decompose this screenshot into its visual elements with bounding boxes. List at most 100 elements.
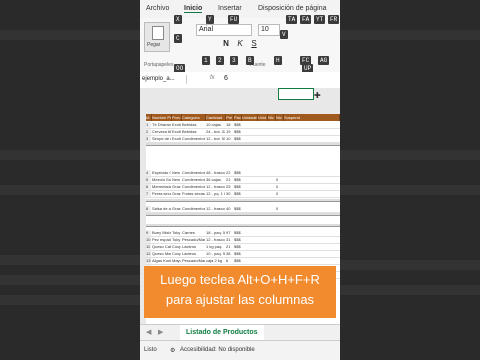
table-cell[interactable]: 12 - frascos 8 oz: [206, 184, 225, 190]
table-cell[interactable]: [284, 170, 339, 176]
table-cell[interactable]: Bebidas: [182, 129, 205, 135]
table-cell[interactable]: [258, 136, 267, 142]
table-cell[interactable]: [268, 170, 275, 176]
table-cell[interactable]: [268, 177, 275, 183]
column-header[interactable]: Unidades: [242, 114, 258, 121]
table-cell[interactable]: Condimentos: [182, 184, 205, 190]
table-cell[interactable]: $$$: [234, 230, 241, 236]
table-cell[interactable]: [242, 177, 257, 183]
table-row[interactable]: 13Algas KonbuMayuPescado/Mariscocaja 2 k…: [146, 258, 340, 265]
column-header[interactable]: Prov: [172, 114, 182, 121]
table-cell[interactable]: [258, 206, 267, 212]
column-header[interactable]: Pac: [234, 114, 242, 121]
column-header[interactable]: Pre: [226, 114, 234, 121]
table-cell[interactable]: Queso Manchego: [152, 251, 171, 257]
table-cell[interactable]: [258, 191, 267, 197]
table-cell[interactable]: Salsa de arándano: [152, 206, 171, 212]
table-cell[interactable]: $$$: [234, 206, 241, 212]
table-cell[interactable]: 0: [276, 184, 283, 190]
table-cell[interactable]: Condimentos: [182, 136, 205, 142]
table-cell[interactable]: [242, 206, 257, 212]
table-cell[interactable]: [276, 237, 283, 243]
table-cell[interactable]: [242, 122, 257, 128]
table-cell[interactable]: 12 - frascos 12 oz: [206, 206, 225, 212]
table-cell[interactable]: [242, 170, 257, 176]
table-cell[interactable]: New: [172, 177, 181, 183]
table-cell[interactable]: 22: [226, 170, 233, 176]
table-cell[interactable]: 6: [226, 258, 233, 264]
table-cell[interactable]: [284, 136, 339, 142]
table-cell[interactable]: [258, 184, 267, 190]
table-cell[interactable]: Pez espada: [152, 237, 171, 243]
table-cell[interactable]: $$$: [234, 244, 241, 250]
table-cell[interactable]: [268, 244, 275, 250]
table-cell[interactable]: [284, 237, 339, 243]
table-cell[interactable]: [284, 206, 339, 212]
table-cell[interactable]: [258, 237, 267, 243]
next-sheet-icon[interactable]: ▶: [158, 328, 163, 336]
table-cell[interactable]: 12 - frascos 200 ml: [206, 237, 225, 243]
table-cell[interactable]: 19: [226, 129, 233, 135]
font-name-select[interactable]: Arial: [196, 24, 252, 36]
table-cell[interactable]: Graz: [172, 184, 181, 190]
table-row[interactable]: 9Buey Mishi KobeTokyCarnes18 - paq. 500 …: [146, 230, 340, 237]
table-cell[interactable]: [258, 177, 267, 183]
table-cell[interactable]: 3: [146, 136, 151, 142]
table-row[interactable]: 1Té DharamsalaExotiBebidas10 cajas18$$$: [146, 122, 340, 129]
tab-insertar[interactable]: Insertar: [218, 5, 242, 12]
formula-input[interactable]: 6: [224, 75, 228, 82]
table-cell[interactable]: [258, 244, 267, 250]
table-cell[interactable]: [268, 184, 275, 190]
table-cell[interactable]: 11: [146, 244, 151, 250]
table-row[interactable]: 4Especias CajunNewCondimentos48 - frasco…: [146, 170, 340, 177]
table-cell[interactable]: [242, 184, 257, 190]
table-cell[interactable]: 12: [146, 251, 151, 257]
column-header[interactable]: Unid: [258, 114, 268, 121]
table-cell[interactable]: Toky: [172, 237, 181, 243]
table-cell[interactable]: 97: [226, 230, 233, 236]
table-cell[interactable]: [284, 251, 339, 257]
table-cell[interactable]: $$$: [234, 237, 241, 243]
table-cell[interactable]: Té Dharamsala: [152, 122, 171, 128]
table-cell[interactable]: [284, 184, 339, 190]
table-cell[interactable]: $$$: [234, 136, 241, 142]
table-cell[interactable]: [284, 177, 339, 183]
table-cell[interactable]: 21: [226, 177, 233, 183]
table-cell[interactable]: [284, 230, 339, 236]
table-row[interactable]: 6Mermelada de laGrazCondimentos12 - fras…: [146, 184, 340, 191]
table-cell[interactable]: 31: [226, 237, 233, 243]
table-cell[interactable]: [258, 170, 267, 176]
table-cell[interactable]: 0: [276, 177, 283, 183]
table-cell[interactable]: $$$: [234, 191, 241, 197]
table-row[interactable]: 2Cerveza tibetanaExotiBebidas24 - bot. 3…: [146, 129, 340, 136]
table-cell[interactable]: 48 - frascos 6 oz: [206, 170, 225, 176]
table-cell[interactable]: [242, 244, 257, 250]
table-cell[interactable]: 24 - bot. 320 ml: [206, 129, 225, 135]
table-cell[interactable]: 1 kg paq.: [206, 244, 225, 250]
table-cell[interactable]: Exoti: [172, 136, 181, 142]
underline-button[interactable]: S: [250, 39, 258, 48]
table-cell[interactable]: $$$: [234, 251, 241, 257]
active-cell[interactable]: [278, 88, 314, 100]
table-cell[interactable]: 8: [146, 206, 151, 212]
table-cell[interactable]: 18 - paq. 500 g: [206, 230, 225, 236]
table-cell[interactable]: [284, 191, 339, 197]
table-cell[interactable]: [268, 237, 275, 243]
table-cell[interactable]: [284, 129, 339, 135]
table-cell[interactable]: $$$: [234, 184, 241, 190]
table-cell[interactable]: [276, 244, 283, 250]
table-cell[interactable]: [276, 122, 283, 128]
table-cell[interactable]: Condimentos: [182, 206, 205, 212]
table-cell[interactable]: 10: [146, 237, 151, 243]
table-cell[interactable]: 12 - pq. 1 lb: [206, 191, 225, 197]
table-row[interactable]: 7Peras secas orgGrazFrutas secas12 - pq.…: [146, 191, 340, 198]
table-cell[interactable]: [258, 129, 267, 135]
table-cell[interactable]: Sirope de regaliz: [152, 136, 171, 142]
table-row[interactable]: 5Mezcla GumboNewCondimentos36 cajas21$$$…: [146, 177, 340, 184]
table-cell[interactable]: [242, 251, 257, 257]
table-cell[interactable]: 21: [226, 244, 233, 250]
table-cell[interactable]: Toky: [172, 230, 181, 236]
table-cell[interactable]: [276, 230, 283, 236]
column-header[interactable]: Categoría: [182, 114, 206, 121]
table-cell[interactable]: 10: [226, 136, 233, 142]
